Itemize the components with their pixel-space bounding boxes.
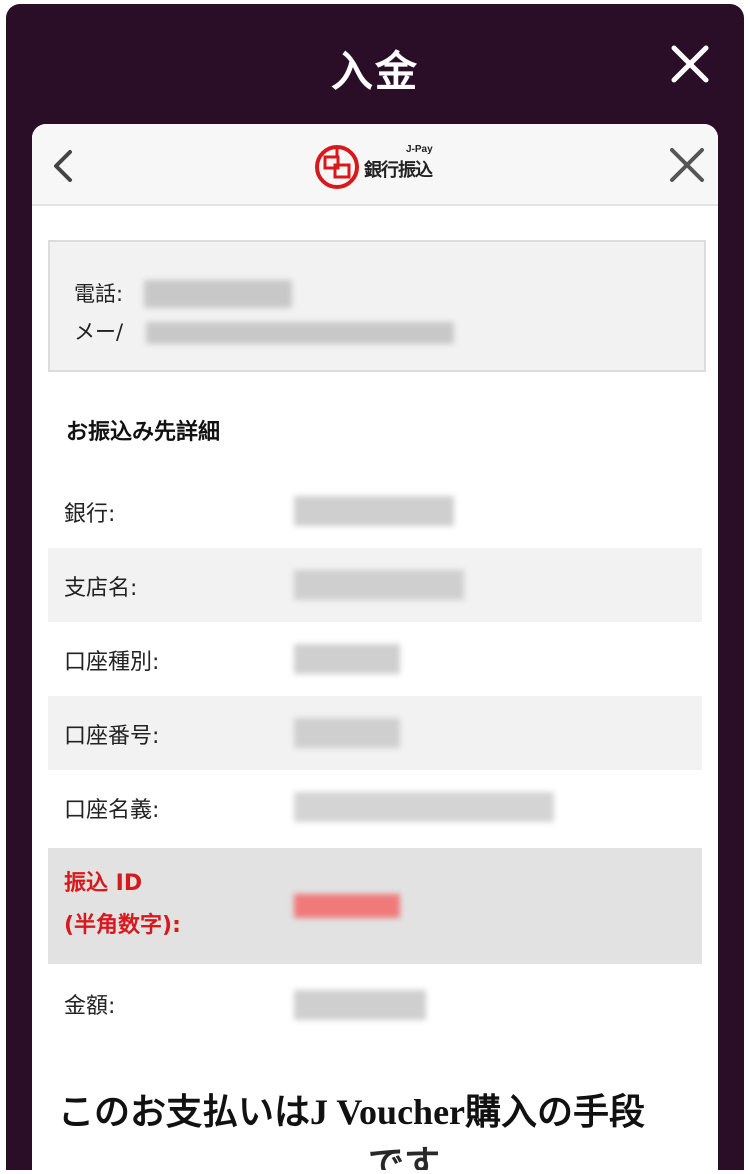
- payment-sheet: J-Pay 銀行振込 電話: メー/ お振込み先詳細 銀行: 支店名: 口座種別…: [32, 124, 718, 1170]
- detail-row-bank: 銀行:: [48, 474, 702, 548]
- mail-redacted: [146, 322, 454, 344]
- promo-text: このお支払いはJ Voucher購入の手段 です: [58, 1086, 698, 1170]
- redacted-value: [294, 990, 426, 1020]
- row-label: 口座番号:: [64, 724, 160, 749]
- section-title: お振込み先詳細: [66, 420, 221, 445]
- detail-row-account-type: 口座種別:: [48, 622, 702, 696]
- logo-brand-top: J-Pay: [406, 144, 433, 155]
- jpay-emblem-icon: [315, 145, 359, 189]
- redacted-value: [294, 792, 554, 822]
- detail-row-branch: 支店名:: [48, 548, 702, 622]
- detail-row-account-number: 口座番号:: [48, 696, 702, 770]
- detail-row-amount: 金額:: [48, 964, 702, 1044]
- transfer-id-sublabel: (半角数字):: [64, 913, 181, 938]
- jpay-logo: J-Pay 銀行振込: [314, 142, 438, 192]
- modal-title: 入金: [330, 47, 419, 96]
- row-label: 金額:: [64, 994, 116, 1019]
- phone-label: 電話:: [74, 282, 124, 306]
- contact-info-box: 電話: メー/: [48, 240, 706, 372]
- promo-line-2: です: [368, 1144, 441, 1170]
- close-icon[interactable]: [668, 146, 706, 184]
- row-label: 口座種別:: [64, 650, 160, 675]
- phone-redacted: [144, 280, 292, 308]
- transfer-id-redacted: [294, 894, 400, 918]
- mail-label: メー/: [74, 320, 124, 344]
- close-icon[interactable]: [670, 44, 710, 84]
- redacted-value: [294, 644, 400, 674]
- redacted-value: [294, 570, 464, 600]
- detail-row-transfer-id: 振込 ID (半角数字):: [48, 848, 702, 964]
- row-label: 銀行:: [64, 502, 116, 527]
- transfer-id-label: 振込 ID: [64, 871, 143, 896]
- detail-row-account-name: 口座名義:: [48, 770, 702, 844]
- chevron-left-icon[interactable]: [50, 148, 76, 184]
- row-label: 口座名義:: [64, 798, 160, 823]
- promo-line-1: このお支払いはJ Voucher購入の手段: [58, 1092, 646, 1132]
- row-label: 支店名:: [64, 576, 138, 601]
- redacted-value: [294, 496, 454, 526]
- redacted-value: [294, 718, 400, 748]
- sheet-header: J-Pay 銀行振込: [32, 124, 718, 206]
- logo-brand-main: 銀行振込: [364, 160, 433, 181]
- deposit-modal: 入金 J-Pay 銀行振込 電話: メー/ お振込み先詳細 銀行: 支店名: 口…: [6, 4, 744, 1170]
